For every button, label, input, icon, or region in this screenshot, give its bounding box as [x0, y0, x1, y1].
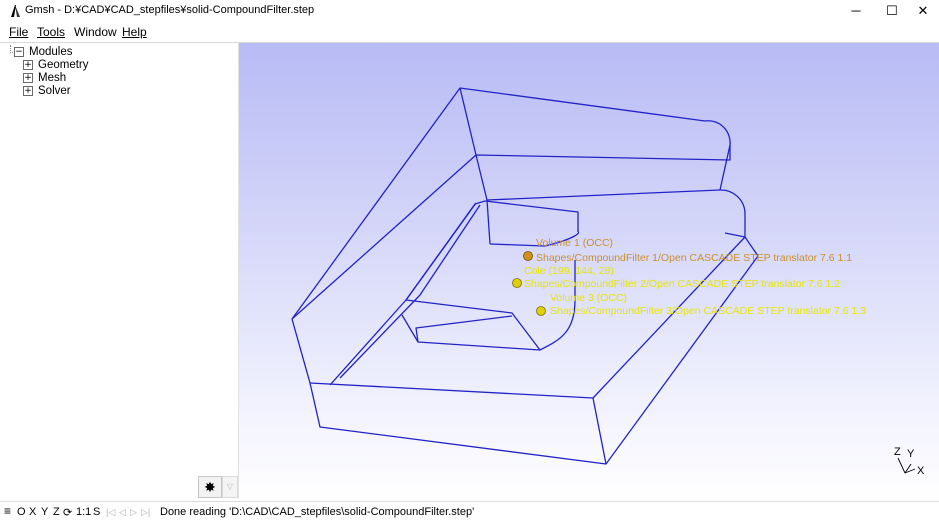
- axis-z-label: Z: [894, 446, 901, 458]
- menu-bar: File Tools Window Help: [0, 22, 939, 43]
- geometry-wireframe: Volume 1 (OCC) Shapes/CompoundFilter 1/O…: [291, 87, 925, 477]
- axis-x-label: X: [917, 465, 925, 477]
- close-button[interactable]: ✕: [905, 0, 939, 22]
- axis-y-label: Y: [907, 448, 915, 460]
- gear-icon[interactable]: ✸: [198, 476, 222, 498]
- scale-button[interactable]: 1:1: [76, 506, 91, 518]
- volume-label: Volume 3 (OCC): [550, 292, 627, 304]
- volume-label: Shapes/CompoundFilter 1/Open CASCADE STE…: [536, 252, 852, 264]
- expand-toggle[interactable]: +: [23, 60, 33, 70]
- rotate-icon[interactable]: ⟳: [63, 506, 72, 519]
- view-x-button[interactable]: X: [29, 506, 36, 518]
- menu-help[interactable]: Help: [122, 25, 147, 39]
- graphics-viewport[interactable]: Volume 1 (OCC) Shapes/CompoundFilter 1/O…: [239, 43, 939, 499]
- module-tree-panel: − Modules + Geometry + Mesh + Solver ✸ ▽: [0, 43, 239, 499]
- menu-arrow-button[interactable]: ▽: [222, 476, 238, 498]
- hamburger-menu-icon[interactable]: ≡: [4, 504, 11, 518]
- window-title: Gmsh - D:¥CAD¥CAD_stepfiles¥solid-Compou…: [25, 4, 315, 16]
- expand-toggle[interactable]: +: [23, 73, 33, 83]
- status-message: Done reading 'D:\CAD\CAD_stepfiles\solid…: [160, 506, 475, 518]
- tree-item-solver[interactable]: + Solver: [23, 85, 71, 98]
- tree-item-modules[interactable]: − Modules: [14, 46, 72, 59]
- first-step-icon[interactable]: |◁: [106, 507, 115, 518]
- minimize-button[interactable]: ─: [838, 0, 874, 22]
- tree-label-mesh: Mesh: [38, 72, 67, 84]
- volume-point: [512, 278, 522, 288]
- axes-indicator: Z Y X: [894, 446, 925, 477]
- title-bar: Gmsh - D:¥CAD¥CAD_stepfiles¥solid-Compou…: [0, 0, 939, 22]
- view-y-button[interactable]: Y: [41, 506, 48, 518]
- next-step-icon[interactable]: ▷|: [141, 507, 150, 518]
- view-o-button[interactable]: O: [17, 506, 26, 518]
- menu-tools[interactable]: Tools: [37, 25, 65, 39]
- volume-label: Shapes/CompoundFilter 3/Open CASCADE STE…: [550, 305, 866, 317]
- tree-label-modules: Modules: [29, 46, 73, 58]
- volume-point: [536, 306, 546, 316]
- previous-step-icon[interactable]: ◁: [119, 507, 126, 518]
- volume-label: Volume 1 (OCC): [536, 237, 613, 249]
- view-z-button[interactable]: Z: [53, 506, 60, 518]
- snap-button[interactable]: S: [93, 506, 100, 518]
- volume-label: Shapes/CompoundFilter 2/Open CASCADE STE…: [524, 278, 840, 290]
- tree-label-geometry: Geometry: [38, 59, 89, 71]
- menu-window[interactable]: Window: [74, 25, 117, 39]
- status-bar: ≡ O X Y Z ⟳ 1:1 S |◁ ◁ ▷ ▷| Done reading…: [0, 501, 939, 523]
- expand-toggle[interactable]: +: [23, 86, 33, 96]
- menu-file[interactable]: File: [9, 25, 28, 39]
- gmsh-logo-icon: [11, 5, 20, 17]
- collapse-toggle[interactable]: −: [14, 47, 24, 57]
- volume-point: [523, 251, 533, 261]
- volume-label: Cole (199, 144, 28): [524, 265, 614, 277]
- play-icon[interactable]: ▷: [130, 507, 137, 518]
- tree-item-geometry[interactable]: + Geometry: [23, 59, 89, 72]
- tree-item-mesh[interactable]: + Mesh: [23, 72, 66, 85]
- tree-label-solver: Solver: [38, 85, 71, 97]
